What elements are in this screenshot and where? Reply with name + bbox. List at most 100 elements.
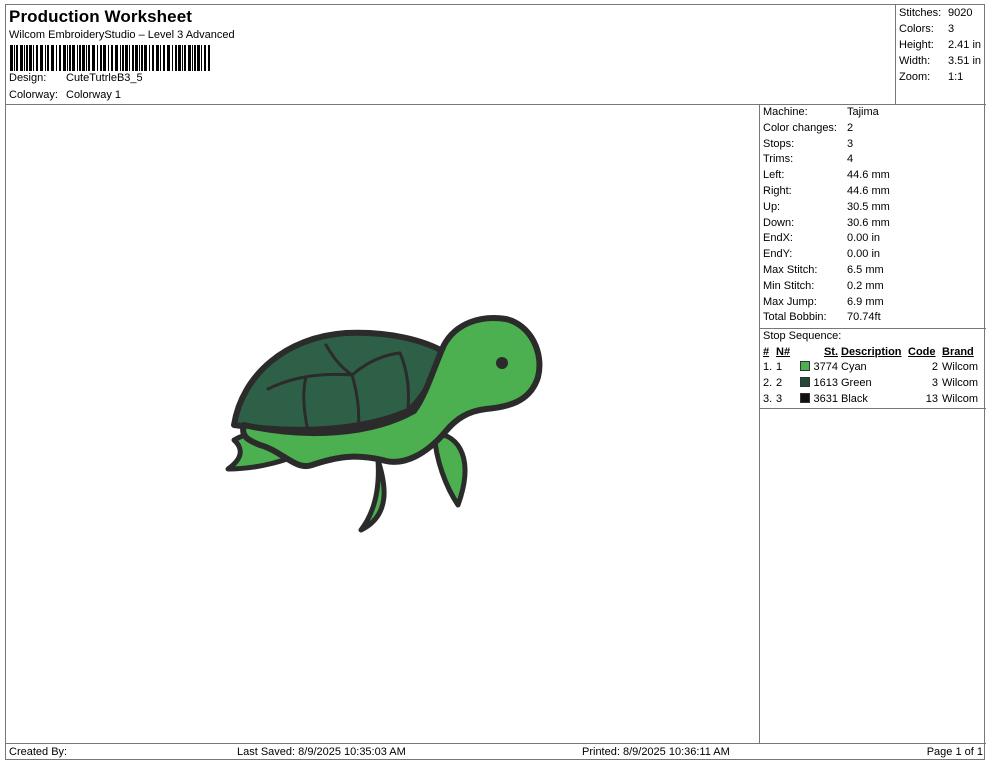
info-value: 0.00 in bbox=[847, 248, 881, 261]
info-label: Trims: bbox=[763, 153, 794, 166]
stop-stitches: 1613 bbox=[794, 375, 838, 391]
info-label: Max Stitch: bbox=[763, 263, 818, 276]
stat-label: Width: bbox=[899, 55, 931, 67]
stat-label: Colors: bbox=[899, 23, 934, 35]
stop-code: 13 bbox=[925, 392, 938, 405]
stop-brand: Wilcom bbox=[942, 392, 979, 405]
stop-needle: 3 bbox=[776, 392, 783, 405]
info-label: Right: bbox=[763, 184, 792, 197]
stop-stitches: 3774 bbox=[794, 359, 838, 375]
color-swatch bbox=[799, 376, 810, 387]
stop-stitches: 3631 bbox=[794, 391, 838, 407]
stat-label: Stitches: bbox=[899, 7, 942, 19]
created-by: Created By: bbox=[9, 746, 68, 758]
colorway-label: Colorway: bbox=[9, 89, 58, 101]
stat-value: 3 bbox=[948, 23, 955, 35]
col-brand: Brand bbox=[942, 345, 974, 358]
stop-sequence-row: 3. 3 3631 Black 13 Wilcom bbox=[760, 391, 986, 407]
design-preview bbox=[6, 105, 760, 743]
software-subtitle: Wilcom EmbroideryStudio – Level 3 Advanc… bbox=[9, 29, 235, 41]
info-value: 44.6 mm bbox=[847, 184, 890, 197]
stop-sequence-row: 1. 1 3774 Cyan 2 Wilcom bbox=[760, 359, 986, 375]
info-value: 6.5 mm bbox=[847, 263, 884, 276]
info-up: Up: 30.5 mm bbox=[760, 200, 986, 216]
col-needle: N# bbox=[776, 345, 791, 358]
info-machine: Machine: Tajima bbox=[760, 105, 986, 121]
stat-label: Zoom: bbox=[899, 71, 931, 83]
stat-colors: Colors: 3 bbox=[896, 22, 986, 38]
stop-description: Cyan bbox=[841, 361, 867, 374]
stitch-count: 3631 bbox=[813, 392, 838, 405]
stop-index: 2. bbox=[763, 376, 773, 389]
info-label: Stops: bbox=[763, 137, 795, 150]
stitch-count: 3774 bbox=[813, 361, 838, 374]
info-label: Down: bbox=[763, 216, 795, 229]
colorway-row: Colorway: Colorway 1 bbox=[9, 89, 121, 101]
info-label: Color changes: bbox=[763, 121, 837, 134]
info-left: Left: 44.6 mm bbox=[760, 168, 986, 184]
col-description: Description bbox=[841, 345, 902, 358]
stop-index: 3. bbox=[763, 392, 773, 405]
info-value: 30.5 mm bbox=[847, 200, 890, 213]
stop-sequence-divider bbox=[760, 407, 986, 409]
info-value: 44.6 mm bbox=[847, 169, 890, 182]
design-name: CuteTutrleB3_5 bbox=[66, 72, 143, 84]
barcode bbox=[10, 45, 210, 71]
info-label: EndY: bbox=[763, 248, 793, 261]
stop-index: 1. bbox=[763, 361, 773, 374]
info-value: 70.74ft bbox=[847, 311, 881, 324]
stat-height: Height: 2.41 in bbox=[896, 38, 986, 54]
stat-zoom: Zoom: 1:1 bbox=[896, 70, 986, 86]
info-max-jump: Max Jump: 6.9 mm bbox=[760, 295, 986, 311]
stat-value: 3.51 in bbox=[948, 55, 982, 67]
info-label: Max Jump: bbox=[763, 295, 817, 308]
info-label: Machine: bbox=[763, 106, 808, 118]
info-value: 0.00 in bbox=[847, 232, 881, 245]
info-max-stitch: Max Stitch: 6.5 mm bbox=[760, 263, 986, 279]
info-value: Tajima bbox=[847, 106, 879, 118]
turtle-embroidery-image bbox=[225, 315, 543, 533]
info-value: 0.2 mm bbox=[847, 279, 884, 292]
stat-width: Width: 3.51 in bbox=[896, 54, 986, 70]
info-total-bobbin: Total Bobbin: 70.74ft bbox=[760, 310, 986, 326]
info-endy: EndY: 0.00 in bbox=[760, 247, 986, 263]
page-title: Production Worksheet bbox=[9, 7, 193, 26]
stat-label: Height: bbox=[899, 39, 934, 51]
info-label: EndX: bbox=[763, 232, 793, 245]
stop-description: Black bbox=[841, 392, 868, 405]
machine-info-panel: Machine: Tajima Color changes: 2 Stops: 3 T… bbox=[760, 105, 986, 743]
info-value: 4 bbox=[847, 153, 854, 166]
stop-brand: Wilcom bbox=[942, 376, 979, 389]
col-index: # bbox=[763, 345, 770, 358]
info-value: 2 bbox=[847, 121, 854, 134]
stop-sequence-title: Stop Sequence: bbox=[760, 328, 986, 344]
info-trims: Trims: 4 bbox=[760, 152, 986, 168]
stop-needle: 1 bbox=[776, 361, 783, 374]
machine-info-list: Machine: Tajima Color changes: 2 Stops: 3 T… bbox=[760, 105, 986, 326]
production-worksheet: Production Worksheet Wilcom EmbroiderySt… bbox=[5, 4, 986, 760]
printed-date: Printed: 8/9/2025 10:36:11 AM bbox=[582, 746, 730, 758]
stop-code: 2 bbox=[931, 361, 938, 374]
info-stops: Stops: 3 bbox=[760, 137, 986, 153]
info-label: Min Stitch: bbox=[763, 279, 815, 292]
colorway-name: Colorway 1 bbox=[66, 89, 122, 101]
info-right: Right: 44.6 mm bbox=[760, 184, 986, 200]
info-label: Up: bbox=[763, 200, 781, 213]
page-number: Page 1 of 1 bbox=[926, 746, 983, 758]
info-value: 3 bbox=[847, 137, 854, 150]
stat-value: 2.41 in bbox=[948, 39, 982, 51]
stop-sequence-header: # N# St. Description Code Brand bbox=[760, 344, 986, 359]
stitch-count: 1613 bbox=[813, 376, 838, 389]
col-stitches: St. bbox=[823, 345, 838, 358]
col-code: Code bbox=[908, 345, 936, 358]
worksheet-header: Production Worksheet Wilcom EmbroiderySt… bbox=[6, 5, 896, 105]
color-swatch bbox=[799, 361, 810, 372]
info-color-changes: Color changes: 2 bbox=[760, 121, 986, 137]
stat-value: 1:1 bbox=[948, 71, 964, 83]
design-row: Design: CuteTutrleB3_5 bbox=[9, 72, 143, 84]
stat-stitches: Stitches: 9020 bbox=[896, 6, 986, 22]
design-stats: Stitches: 9020 Colors: 3 Height: 2.41 in Wi… bbox=[895, 5, 986, 105]
info-endx: EndX: 0.00 in bbox=[760, 231, 986, 247]
info-label: Total Bobbin: bbox=[763, 311, 827, 324]
info-label: Left: bbox=[763, 169, 785, 182]
